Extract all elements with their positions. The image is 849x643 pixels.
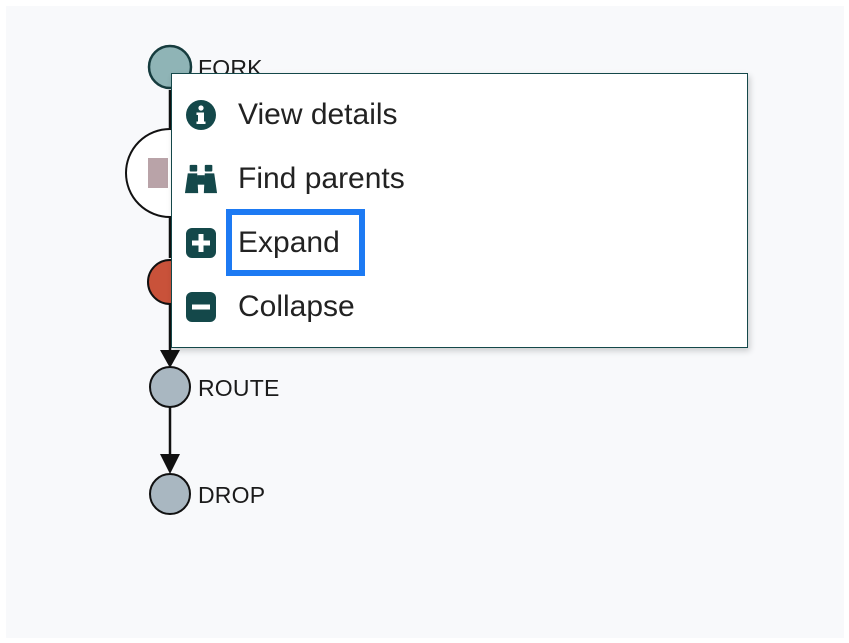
graph-node-route[interactable] [149, 366, 191, 408]
info-circle-icon [184, 98, 218, 132]
node-label-drop: DROP [198, 482, 266, 508]
arrow-to-drop [160, 454, 180, 474]
menu-item-view-details[interactable]: View details [184, 93, 398, 137]
minus-square-icon [184, 290, 218, 324]
graph-node-drop[interactable] [149, 473, 191, 515]
menu-item-label: View details [238, 98, 398, 131]
binoculars-icon [184, 162, 218, 196]
menu-item-label: Find parents [238, 162, 405, 195]
arrow-to-route [160, 350, 180, 368]
menu-item-expand[interactable]: Expand [184, 221, 340, 265]
plus-square-icon [184, 226, 218, 260]
menu-item-label: Expand [238, 226, 340, 259]
menu-item-label: Collapse [238, 290, 355, 323]
menu-item-find-parents[interactable]: Find parents [184, 157, 405, 201]
menu-item-collapse[interactable]: Collapse [184, 285, 355, 329]
context-menu: View details Find parents Expand Collaps… [171, 73, 748, 348]
node-label-route: ROUTE [198, 375, 280, 401]
node-glyph [148, 158, 168, 188]
